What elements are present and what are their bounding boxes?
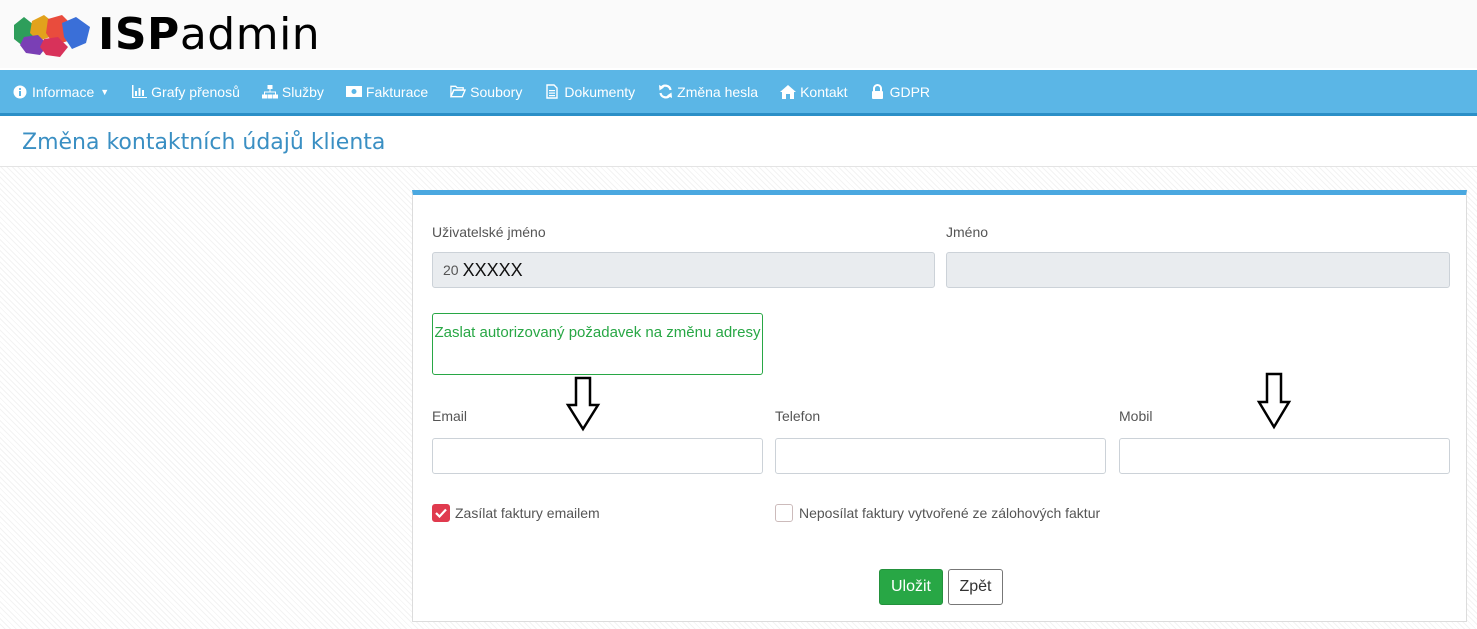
contact-form-panel: Uživatelské jméno 20 XXXXX Jméno Zaslat … [412, 190, 1467, 622]
name-field [946, 252, 1450, 288]
money-bill-icon [345, 84, 362, 100]
nav-label: Dokumenty [564, 83, 636, 100]
lock-icon [870, 84, 886, 100]
nav-label: Změna hesla [677, 83, 759, 100]
ispadmin-logo[interactable]: ISPadmin [10, 6, 320, 62]
file-text-icon [544, 84, 560, 100]
username-prefix: 20 [443, 262, 459, 278]
nav-item-gdpr[interactable]: GDPR [870, 84, 930, 100]
nav-item-kontakt[interactable]: Kontakt [780, 83, 848, 100]
logo-text: ISPadmin [98, 9, 320, 60]
back-button[interactable]: Zpět [948, 569, 1003, 605]
nav-item-dokumenty[interactable]: Dokumenty [544, 84, 635, 100]
down-arrow-annotation-icon [1256, 372, 1292, 430]
phone-input[interactable] [775, 438, 1106, 474]
mobile-input[interactable] [1119, 438, 1450, 474]
no-deposit-invoices-checkbox[interactable] [775, 504, 793, 522]
invoice-email-label[interactable]: Zasílat faktury emailem [455, 501, 600, 525]
name-label: Jméno [946, 224, 989, 240]
username-field: 20 XXXXX [432, 252, 935, 288]
username-label: Uživatelské jméno [432, 224, 546, 240]
bar-chart-icon [131, 84, 147, 100]
nav-item-soubory[interactable]: Soubory [450, 84, 522, 100]
caret-down-icon: ▼ [100, 86, 110, 97]
mobile-label: Mobil [1119, 408, 1153, 424]
folder-open-icon [450, 84, 467, 100]
nav-label: Soubory [470, 83, 523, 100]
nav-item-zmena-hesla[interactable]: Změna hesla [657, 84, 758, 100]
logo-mark-icon [14, 15, 90, 57]
home-icon [780, 84, 797, 100]
nav-label: GDPR [889, 83, 931, 100]
refresh-icon [657, 84, 673, 100]
nav-item-informace[interactable]: Informace ▼ [12, 84, 109, 100]
nav-item-fakturace[interactable]: Fakturace [345, 83, 429, 100]
nav-label: Kontakt [800, 83, 848, 100]
nav-label: Fakturace [365, 83, 429, 100]
email-label: Email [432, 408, 468, 424]
down-arrow-annotation-icon [565, 376, 601, 432]
nav-item-sluzby[interactable]: Služby [261, 83, 324, 100]
nav-label: Grafy přenosů [151, 83, 240, 100]
logo-text-bold: ISP [98, 8, 180, 60]
nav-label: Informace [32, 83, 95, 100]
username-value: XXXXX [462, 259, 523, 280]
logo-text-light: admin [179, 8, 321, 60]
email-input[interactable] [432, 438, 763, 474]
invoice-email-checkbox[interactable] [432, 504, 450, 522]
nav-label: Služby [281, 83, 324, 100]
no-deposit-invoices-label[interactable]: Neposílat faktury vytvořené ze zálohovýc… [799, 501, 1109, 525]
info-circle-icon [12, 84, 28, 100]
sitemap-icon [261, 84, 278, 100]
checkmark-icon [435, 508, 447, 518]
phone-label: Telefon [775, 408, 821, 424]
save-button[interactable]: Uložit [879, 569, 943, 605]
header: ISPadmin [0, 0, 1477, 68]
page-title: Změna kontaktních údajů klienta [22, 130, 386, 155]
request-address-change-button[interactable]: Zaslat autorizovaný požadavek na změnu a… [432, 313, 763, 375]
nav-item-grafy-prenosu[interactable]: Grafy přenosů [131, 84, 240, 100]
main-navbar: Informace ▼ Grafy přenosů Služby Faktura… [0, 70, 1477, 116]
